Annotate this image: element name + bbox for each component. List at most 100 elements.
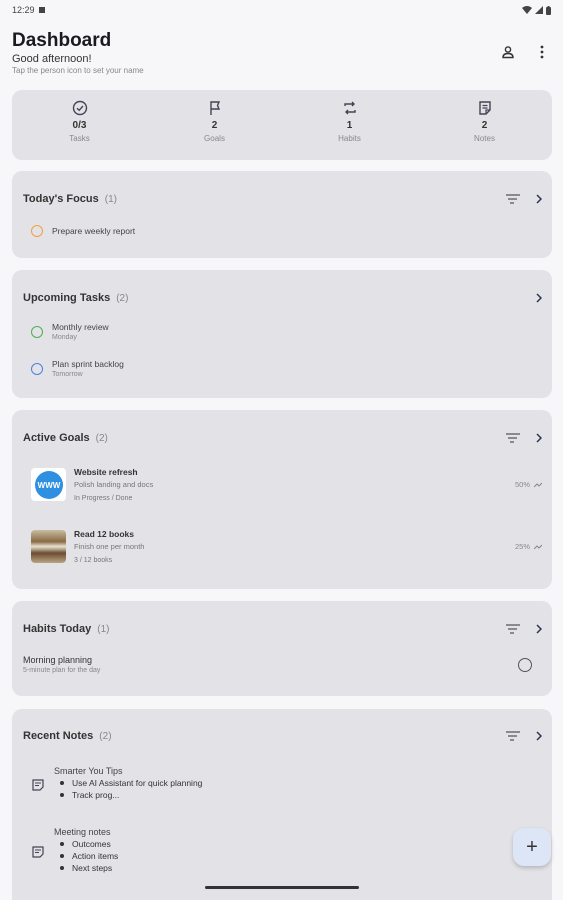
task-checkbox[interactable] <box>31 225 43 237</box>
task-due: Tomorrow <box>52 371 83 378</box>
goal-title: Read 12 books <box>74 529 134 539</box>
habit-subtitle: 5-minute plan for the day <box>23 667 101 674</box>
section-count: (1) <box>104 193 117 205</box>
note-bullet: Outcomes <box>54 839 118 849</box>
profile-button[interactable] <box>498 42 518 62</box>
stat-label: Goals <box>204 134 225 143</box>
hint-text: Tap the person icon to set your name <box>12 66 144 75</box>
plus-icon: + <box>526 835 538 858</box>
habit-checkbox[interactable] <box>518 657 532 672</box>
task-due: Monday <box>52 334 77 341</box>
stat-habits[interactable]: 1 Habits <box>282 90 417 160</box>
gesture-nav-handle[interactable] <box>205 886 359 889</box>
goal-percent: 25% <box>514 542 530 551</box>
chevron-right-icon[interactable] <box>536 731 542 741</box>
note-icon <box>32 779 44 791</box>
stats-card: 0/3 Tasks 2 Goals 1 Habits 2 Notes <box>12 90 552 160</box>
habit-title: Morning planning <box>23 655 93 665</box>
sort-icon[interactable] <box>506 624 520 634</box>
note-bullet: Track prog... <box>54 790 202 800</box>
note-icon <box>32 846 44 858</box>
task-checkbox[interactable] <box>31 325 43 338</box>
chevron-right-icon[interactable] <box>536 433 542 443</box>
focus-card: Today's Focus (1) Prepare weekly report <box>12 171 552 258</box>
sort-icon[interactable] <box>506 433 520 443</box>
note-title: Meeting notes <box>54 827 111 837</box>
globe-icon: WWW <box>34 470 63 499</box>
chevron-right-icon[interactable] <box>536 194 542 204</box>
notes-card: Recent Notes (2) Smarter You Tips Use AI… <box>12 709 552 900</box>
notification-icon <box>38 7 45 13</box>
habit-item[interactable]: Morning planning 5-minute plan for the d… <box>23 655 532 674</box>
goal-item[interactable]: Read 12 books Finish one per month 3 / 1… <box>31 529 542 564</box>
note-bullet: Use AI Assistant for quick planning <box>54 778 202 788</box>
task-checkbox[interactable] <box>31 362 43 375</box>
stat-label: Notes <box>474 134 495 143</box>
goal-title: Website refresh <box>74 467 138 477</box>
section-title: Active Goals <box>23 432 90 444</box>
goal-item[interactable]: WWW Website refresh Polish landing and d… <box>31 467 542 502</box>
page-title: Dashboard <box>12 30 112 51</box>
upcoming-card: Upcoming Tasks (2) Monthly review Monday… <box>12 270 552 398</box>
repeat-icon <box>343 101 356 115</box>
section-count: (1) <box>97 623 110 635</box>
chevron-right-icon[interactable] <box>536 624 542 634</box>
section-count: (2) <box>95 432 108 444</box>
section-title: Today's Focus <box>23 193 99 205</box>
goal-image <box>31 530 66 563</box>
signal-icon <box>535 6 543 14</box>
stat-goals[interactable]: 2 Goals <box>147 90 282 160</box>
section-count: (2) <box>99 730 112 742</box>
task-title: Monthly review <box>52 322 109 332</box>
status-bar: 12:29 <box>0 0 563 20</box>
task-item[interactable]: Prepare weekly report <box>31 225 542 237</box>
goal-subtitle: Finish one per month <box>74 542 145 551</box>
trending-up-icon <box>534 544 542 549</box>
check-circle-icon <box>72 100 87 116</box>
task-title: Plan sprint backlog <box>52 359 124 369</box>
sort-icon[interactable] <box>506 731 520 741</box>
stat-label: Habits <box>338 134 361 143</box>
section-title: Recent Notes <box>23 730 94 742</box>
goal-status: In Progress / Done <box>74 495 133 502</box>
person-icon <box>502 46 514 59</box>
task-title: Prepare weekly report <box>52 226 136 236</box>
task-item[interactable]: Plan sprint backlog Tomorrow <box>31 359 542 378</box>
trending-up-icon <box>534 482 542 487</box>
stat-value: 1 <box>346 120 353 131</box>
note-icon <box>478 101 491 115</box>
more-vert-icon <box>540 45 544 59</box>
section-count: (2) <box>116 292 129 304</box>
note-item[interactable]: Meeting notes Outcomes Action items Next… <box>32 827 532 873</box>
greeting-text: Good afternoon! <box>12 53 92 65</box>
wifi-icon <box>522 6 532 14</box>
chevron-right-icon[interactable] <box>536 293 542 303</box>
goal-image: WWW <box>31 468 66 501</box>
stat-value: 2 <box>211 120 218 131</box>
task-item[interactable]: Monthly review Monday <box>31 322 542 341</box>
goal-subtitle: Polish landing and docs <box>74 480 154 489</box>
section-title: Upcoming Tasks <box>23 292 111 304</box>
stat-value: 0/3 <box>72 120 87 131</box>
add-fab-button[interactable]: + <box>513 828 551 866</box>
goals-card: Active Goals (2) WWW Website refresh Pol… <box>12 410 552 589</box>
svg-text:WWW: WWW <box>37 481 60 490</box>
habits-card: Habits Today (1) Morning planning 5-minu… <box>12 601 552 696</box>
stat-label: Tasks <box>69 134 90 143</box>
more-options-button[interactable] <box>532 42 552 62</box>
goal-percent: 50% <box>514 480 530 489</box>
note-item[interactable]: Smarter You Tips Use AI Assistant for qu… <box>32 766 532 800</box>
note-title: Smarter You Tips <box>54 766 123 776</box>
header: Dashboard Good afternoon! Tap the person… <box>12 30 552 80</box>
note-bullet: Next steps <box>54 863 118 873</box>
sort-icon[interactable] <box>506 194 520 204</box>
battery-icon <box>546 5 551 15</box>
stat-tasks[interactable]: 0/3 Tasks <box>12 90 147 160</box>
stat-notes[interactable]: 2 Notes <box>417 90 552 160</box>
note-bullet: Action items <box>54 851 118 861</box>
status-time: 12:29 <box>12 5 35 15</box>
flag-icon <box>209 101 220 115</box>
stat-value: 2 <box>481 120 488 131</box>
goal-status: 3 / 12 books <box>74 557 113 564</box>
section-title: Habits Today <box>23 623 92 635</box>
